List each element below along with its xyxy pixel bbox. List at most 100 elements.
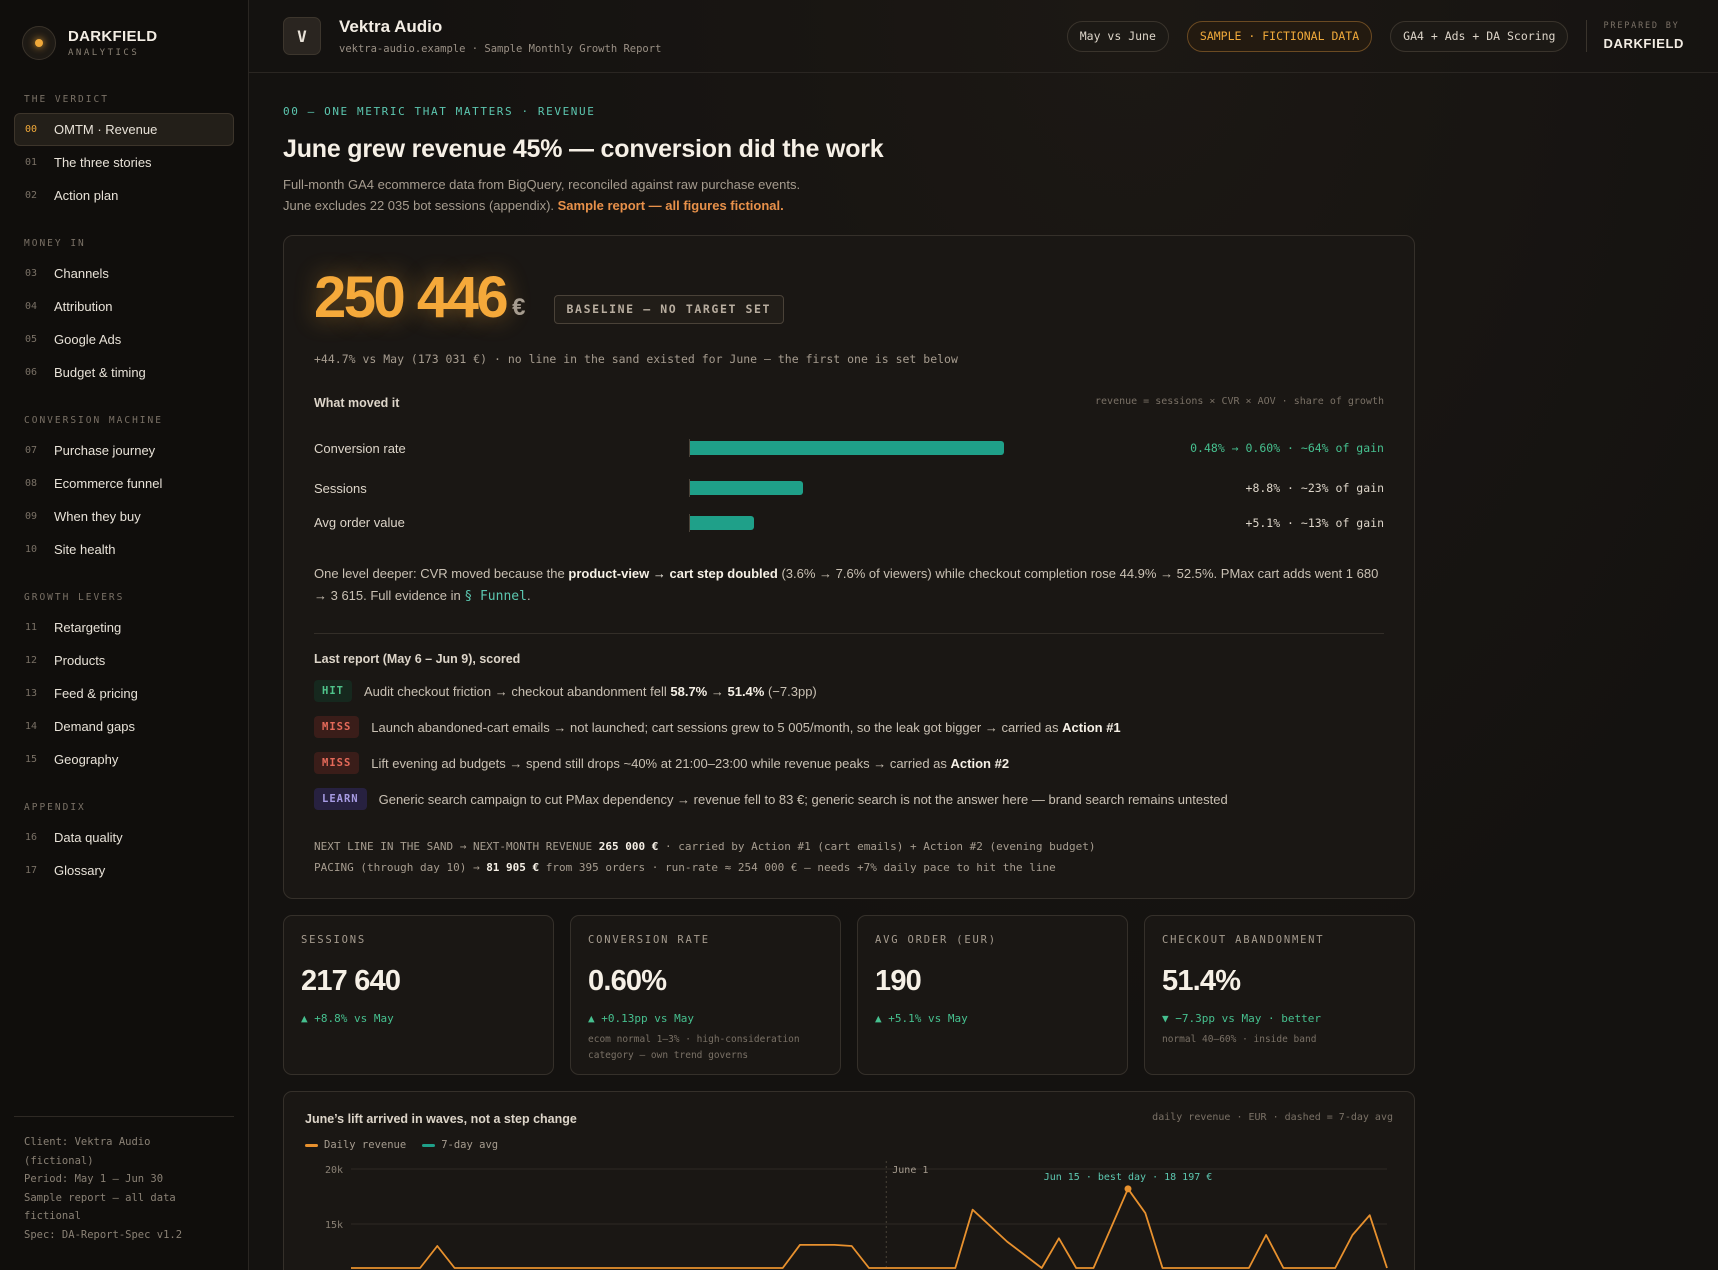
period-pill[interactable]: May vs June xyxy=(1066,20,1169,52)
score-tag-hit: HIT xyxy=(314,680,352,702)
sidebar-item-12[interactable]: 12 Products xyxy=(14,644,234,677)
sidebar-item-04[interactable]: 04 Attribution xyxy=(14,290,234,323)
driver-value: 0.48% → 0.60% · ~64% of gain xyxy=(1190,441,1384,455)
sidebar-item-label: Budget & timing xyxy=(54,365,146,380)
y-tick-label: 15k xyxy=(325,1220,343,1231)
sidebar-item-13[interactable]: 13 Feed & pricing xyxy=(14,677,234,710)
legend-daily-label: Daily revenue xyxy=(324,1139,407,1151)
footer-client: Client: Vektra Audio xyxy=(24,1136,151,1148)
sidebar-item-number: 05 xyxy=(25,334,38,345)
pacing-line: PACING (through day 10) → 81 905 € from … xyxy=(314,861,1384,874)
sidebar: DARKFIELD ANALYTICS THE VERDICT 00 OMTM · … xyxy=(0,0,249,1270)
score-text-b1: 58.7% xyxy=(670,683,708,699)
driver-bar-fill xyxy=(690,515,754,530)
next-line-target: 265 000 € xyxy=(598,840,659,853)
top-right: May vs June SAMPLE · FICTIONAL DATA GA4 … xyxy=(1049,20,1684,52)
kpi-row: SESSIONS 217 640 ▲ +8.8% vs May CONVERSION … xyxy=(283,915,1415,1075)
legend-daily: Daily revenue xyxy=(305,1139,406,1151)
score-row: HIT Audit checkout friction → checkout ab… xyxy=(314,680,1384,702)
lede-bots: June excludes 22 035 bot sessions (appen… xyxy=(283,198,555,213)
page-title: June grew revenue 45% — conversion did t… xyxy=(283,135,884,163)
june-marker-label: June 1 xyxy=(892,1165,928,1176)
lede-warning: Sample report — all figures fictional. xyxy=(557,198,784,213)
next-line-text-1: NEXT LINE IN THE SAND → NEXT-MONTH REVEN… xyxy=(314,840,599,853)
lede-line-1: Full-month GA4 ecommerce data from BigQu… xyxy=(283,177,801,192)
sidebar-item-number: 03 xyxy=(25,268,38,279)
sidebar-item-09[interactable]: 09 When they buy xyxy=(14,500,234,533)
pacing-text-1: PACING (through day 10) → xyxy=(314,861,487,874)
lede-line-2: June excludes 22 035 bot sessions (appen… xyxy=(283,195,1415,216)
sources-pill[interactable]: GA4 + Ads + DA Scoring xyxy=(1390,20,1569,52)
sidebar-item-label: Geography xyxy=(54,752,119,767)
sidebar-item-02[interactable]: 02 Action plan xyxy=(14,179,234,212)
sidebar-item-05[interactable]: 05 Google Ads xyxy=(14,323,234,356)
client-info: Vektra Audio vektra-audio.example · Samp… xyxy=(339,17,661,55)
chart-title: June’s lift arrived in waves, not a step… xyxy=(305,1112,577,1126)
sidebar-item-10[interactable]: 10 Site health xyxy=(14,533,234,566)
driver-bar-track xyxy=(689,513,1129,532)
score-text-b2: 51.4% xyxy=(727,683,765,699)
sidebar-item-number: 06 xyxy=(25,367,38,378)
prepared-by-value: DARKFIELD xyxy=(1603,36,1684,51)
y-tick-label: 20k xyxy=(325,1165,343,1176)
sidebar-item-number: 07 xyxy=(25,445,38,456)
sidebar-item-01[interactable]: 01 The three stories xyxy=(14,146,234,179)
client-subtitle: vektra-audio.example · Sample Monthly Gr… xyxy=(339,43,662,55)
sidebar-footer: Client: Vektra Audio (fictional) Period:… xyxy=(14,1116,234,1244)
client-name: Vektra Audio xyxy=(339,17,443,36)
score-text-text: Generic search campaign to cut PMax depe… xyxy=(378,791,1228,807)
kpi-value: 190 xyxy=(875,965,922,997)
kpi-delta: ▲ +5.1% vs May xyxy=(875,1012,968,1025)
kpi-delta: ▲ +8.8% vs May xyxy=(301,1012,394,1025)
sidebar-item-00[interactable]: 00 OMTM · Revenue xyxy=(14,113,234,146)
sidebar-item-number: 17 xyxy=(25,865,38,876)
best-day-point[interactable] xyxy=(1124,1185,1132,1193)
nav-section-label: MONEY IN xyxy=(24,238,86,249)
brand-text: DARKFIELD ANALYTICS xyxy=(68,28,157,58)
funnel-link[interactable]: § Funnel xyxy=(464,589,527,604)
sidebar-item-06[interactable]: 06 Budget & timing xyxy=(14,356,234,389)
sidebar-item-label: Data quality xyxy=(54,830,123,845)
sidebar-item-07[interactable]: 07 Purchase journey xyxy=(14,434,234,467)
sidebar-item-label: Glossary xyxy=(54,863,106,878)
brand-dot xyxy=(35,39,43,47)
score-text: Lift evening ad budgets → spend still dr… xyxy=(371,756,1009,771)
sidebar-item-14[interactable]: 14 Demand gaps xyxy=(14,710,234,743)
sidebar-item-number: 04 xyxy=(25,301,38,312)
omtm-headline-row: 250 446 € BASELINE — NO TARGET SET xyxy=(314,268,1384,328)
legend-avg-swatch xyxy=(422,1143,436,1147)
driver-bar-track xyxy=(689,439,1129,457)
driver-value: +8.8% · ~23% of gain xyxy=(1245,481,1384,495)
driver-bar-fill xyxy=(690,481,803,495)
score-text: Audit checkout friction → checkout aband… xyxy=(364,684,817,699)
prepared-by: PREPARED BY DARKFIELD xyxy=(1586,20,1684,52)
chart-header: June’s lift arrived in waves, not a step… xyxy=(305,1112,1393,1126)
sidebar-item-11[interactable]: 11 Retargeting xyxy=(14,611,234,644)
driver-label: Conversion rate xyxy=(314,440,406,456)
sidebar-item-15[interactable]: 15 Geography xyxy=(14,743,234,776)
sidebar-item-number: 10 xyxy=(25,544,38,555)
sidebar-item-number: 11 xyxy=(25,622,38,633)
sidebar-item-08[interactable]: 08 Ecommerce funnel xyxy=(14,467,234,500)
sidebar-item-16[interactable]: 16 Data quality xyxy=(14,821,234,854)
brand-name: DARKFIELD xyxy=(68,28,158,45)
sidebar-item-number: 00 xyxy=(25,124,38,135)
nav-section-label: CONVERSION MACHINE xyxy=(24,415,163,426)
score-row: LEARN Generic search campaign to cut PMax… xyxy=(314,788,1384,810)
nav-section-label: GROWTH LEVERS xyxy=(24,592,125,603)
kpi-label: CONVERSION RATE xyxy=(588,934,710,946)
sidebar-item-17[interactable]: 17 Glossary xyxy=(14,854,234,887)
report-content: 00 — ONE METRIC THAT MATTERS · REVENUE J… xyxy=(283,73,1415,1270)
sidebar-item-03[interactable]: 03 Channels xyxy=(14,257,234,290)
sidebar-item-label: Site health xyxy=(54,542,116,557)
chart-note: daily revenue · EUR · dashed = 7-day avg xyxy=(1152,1112,1393,1123)
kpi-label: AVG ORDER (EUR) xyxy=(875,934,997,946)
kpi-card: SESSIONS 217 640 ▲ +8.8% vs May xyxy=(283,915,554,1075)
kpi-card: AVG ORDER (EUR) 190 ▲ +5.1% vs May xyxy=(857,915,1128,1075)
score-tag-learn: LEARN xyxy=(314,788,367,810)
brand-subtitle: ANALYTICS xyxy=(68,48,140,58)
driver-label: Sessions xyxy=(314,480,367,496)
kpi-note: normal 40–60% · inside band xyxy=(1162,1034,1317,1045)
sidebar-item-number: 15 xyxy=(25,754,38,765)
score-tag-miss: MISS xyxy=(314,752,360,774)
